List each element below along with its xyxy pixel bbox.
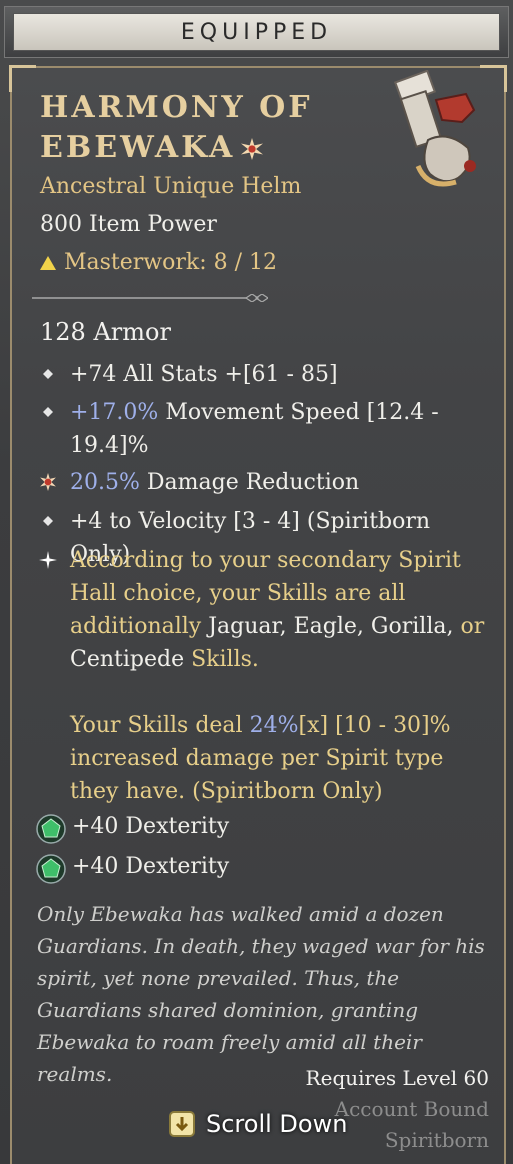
section-divider — [32, 294, 268, 302]
panel-corner-ornament — [9, 65, 36, 92]
diamond-bullet-icon — [43, 369, 53, 379]
emerald-gem-icon — [36, 854, 66, 884]
unique-text-part: Your Skills deal — [70, 713, 243, 738]
account-bound-label: Account Bound — [334, 1097, 489, 1121]
tooltip-frame: EQUIPPED HARMONY OF EBEWAKA Ancestral Un… — [0, 0, 513, 1164]
affix-value: +17.0% — [70, 400, 159, 425]
unique-text-part: increased damage per Spirit type they ha… — [70, 746, 444, 804]
item-name-line2-wrap: EBEWAKA — [40, 128, 340, 168]
unique-star-icon — [241, 138, 264, 160]
equipped-header: EQUIPPED — [4, 6, 509, 58]
unique-text-part: or — [453, 614, 485, 639]
unique-text-part: Skills. — [184, 647, 259, 672]
item-name-line1: HARMONY OF — [40, 90, 313, 125]
diamond-bullet-icon — [43, 407, 53, 417]
emerald-gem-icon — [36, 814, 66, 844]
item-name-line2: EBEWAKA — [40, 130, 236, 165]
affix-text-wrap: +17.0% Movement Speed [12.4 - 19.4]% — [70, 396, 490, 462]
equipped-banner: EQUIPPED — [13, 13, 500, 51]
unique-damage-value: 24% — [242, 713, 299, 738]
unique-spirit-name: Centipede — [70, 647, 185, 672]
helm-item-icon — [393, 70, 476, 187]
header-title: EQUIPPED — [180, 19, 333, 45]
masterwork-row: Masterwork: 8 / 12 — [40, 250, 277, 275]
item-power: 800 Item Power — [40, 212, 217, 237]
scroll-key-icon — [169, 1111, 195, 1137]
item-rarity: Ancestral Unique Helm — [40, 174, 302, 199]
item-name: HARMONY OF EBEWAKA — [40, 88, 340, 168]
tempered-star-icon — [40, 473, 56, 491]
socket-bonus: +40 Dexterity — [72, 814, 230, 839]
scroll-down-prompt[interactable]: Scroll Down — [168, 1110, 347, 1138]
affix-text-wrap: 20.5% Damage Reduction — [70, 466, 490, 499]
class-restriction: Spiritborn — [384, 1128, 489, 1152]
unique-power-star-icon — [39, 551, 57, 569]
unique-power-text: According to your secondary Spirit Hall … — [70, 544, 490, 808]
scroll-down-label: Scroll Down — [206, 1110, 348, 1138]
unique-spirit-list: Jaguar, Eagle, Gorilla, — [201, 614, 454, 639]
masterwork-triangle-icon — [40, 255, 56, 270]
unique-damage-range: [x] [10 - 30]% — [298, 713, 451, 738]
affix-value: 20.5% — [70, 470, 140, 495]
affix-text: +74 All Stats +[61 - 85] — [70, 362, 338, 387]
socket-bonus: +40 Dexterity — [72, 854, 230, 879]
level-requirement: Requires Level 60 — [305, 1066, 489, 1090]
diamond-bullet-icon — [43, 516, 53, 526]
affix-text: Damage Reduction — [139, 470, 360, 495]
flavor-text: Only Ebewaka has walked amid a dozen Gua… — [37, 902, 485, 1086]
masterwork-text: Masterwork: 8 / 12 — [64, 250, 278, 275]
armor-value: 128 Armor — [40, 318, 171, 346]
